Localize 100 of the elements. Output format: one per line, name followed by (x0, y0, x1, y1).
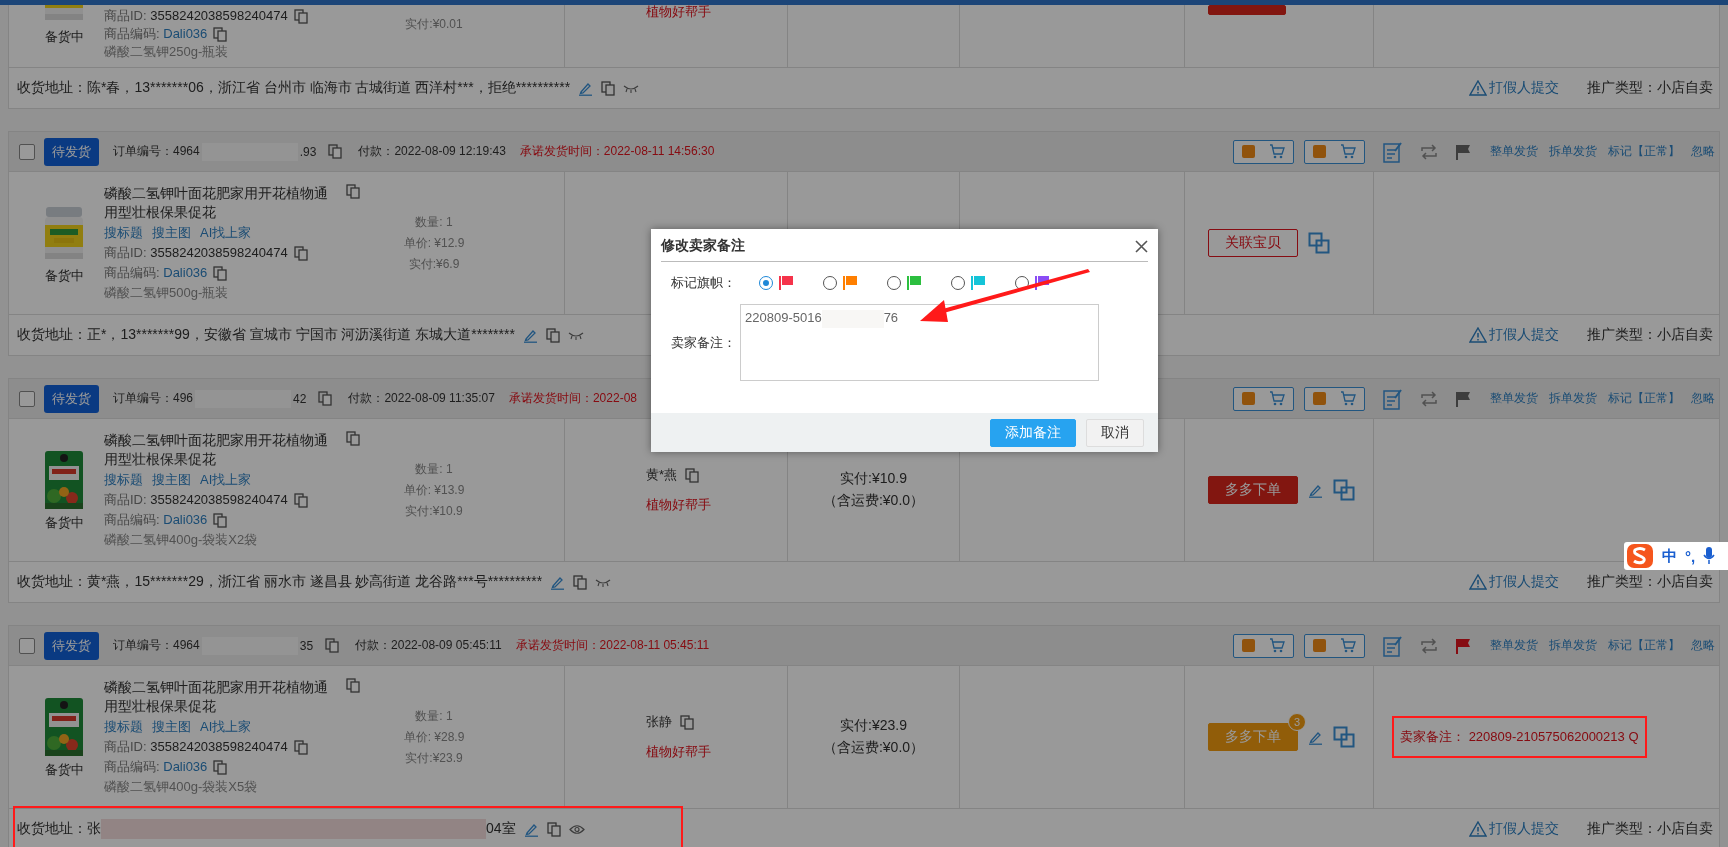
shop-cart-button[interactable] (1233, 633, 1294, 658)
action-link[interactable]: 标记【正常】 (1608, 637, 1680, 654)
shipping-address: 收货地址：正*，13*******99，安徽省 宣城市 宁国市 河沥溪街道 东城大道******** (17, 326, 515, 344)
flag-icon[interactable] (1455, 143, 1471, 160)
action-link[interactable]: 拆单发货 (1549, 637, 1597, 654)
ship-deadline: 承诺发货时间：2022-08-11 05:45:11 (515, 637, 710, 654)
search-link[interactable]: 搜标题 (104, 471, 143, 489)
search-link[interactable]: 搜主图 (152, 471, 191, 489)
search-link[interactable]: 搜标题 (104, 718, 143, 736)
duplicate-icon[interactable] (1333, 726, 1355, 748)
remark-text: 220809-5016 (745, 310, 822, 325)
copy-icon[interactable] (325, 638, 340, 653)
copy-icon[interactable] (328, 144, 343, 159)
dialog-button[interactable]: 添加备注 (990, 418, 1076, 447)
action-link[interactable]: 整单发货 (1490, 390, 1538, 407)
copy-icon[interactable] (346, 184, 360, 199)
search-link[interactable]: AI找上家 (200, 224, 252, 242)
dialog-button[interactable]: 取消 (1086, 418, 1144, 447)
search-link[interactable]: 搜主图 (152, 224, 191, 242)
report-link[interactable]: 打假人提交 (1469, 326, 1559, 344)
swap-icon[interactable] (1419, 637, 1439, 654)
flag-icon[interactable] (1455, 390, 1471, 407)
action-link[interactable]: 标记【正常】 (1608, 143, 1680, 160)
action-link[interactable]: 整单发货 (1490, 637, 1538, 654)
promotion-type: 推广类型：小店自卖 (1587, 79, 1713, 97)
copy-icon[interactable] (346, 431, 360, 446)
report-link[interactable]: 打假人提交 (1469, 573, 1559, 591)
copy-icon[interactable] (293, 245, 308, 261)
shop-cart-button[interactable] (1304, 139, 1365, 164)
copy-icon[interactable] (546, 821, 561, 837)
shop-cart-button[interactable] (1233, 386, 1294, 411)
search-link[interactable]: 搜主图 (152, 718, 191, 736)
copy-icon[interactable] (545, 327, 560, 343)
action-link[interactable]: 拆单发货 (1549, 390, 1597, 407)
shop-icon (1242, 392, 1255, 405)
shop-cart-button[interactable] (1304, 386, 1365, 411)
copy-icon[interactable] (213, 26, 228, 42)
action-link[interactable]: 整单发货 (1490, 143, 1538, 160)
checkbox[interactable] (19, 143, 35, 160)
cart-icon (1269, 144, 1285, 159)
action-link[interactable]: 拆单发货 (1549, 143, 1597, 160)
action-link[interactable]: 忽略 (1691, 390, 1715, 407)
copy-icon[interactable] (213, 512, 228, 528)
ime-punctuation[interactable]: °, (1685, 547, 1696, 565)
eye-closed-icon[interactable] (567, 330, 584, 340)
copy-icon[interactable] (680, 714, 694, 730)
stock-status: 备货中 (44, 28, 84, 46)
copy-icon[interactable] (601, 80, 616, 96)
copy-icon[interactable] (685, 467, 700, 483)
product-id: 商品ID: 3558242038598240474 (104, 244, 288, 262)
radio-button[interactable] (951, 276, 965, 290)
cart-icon (1269, 391, 1285, 406)
eye-closed-icon[interactable] (623, 83, 640, 93)
ime-logo-icon[interactable] (1626, 543, 1654, 569)
shop-cart-button[interactable] (1233, 139, 1294, 164)
copy-icon[interactable] (213, 265, 228, 281)
microphone-icon[interactable] (1703, 547, 1716, 565)
promotion-type: 推广类型：小店自卖 (1587, 820, 1713, 838)
action-link[interactable]: 标记【正常】 (1608, 390, 1680, 407)
radio-button[interactable] (887, 276, 901, 290)
report-link[interactable]: 打假人提交 (1469, 820, 1559, 838)
search-link[interactable]: 搜标题 (104, 224, 143, 242)
note-icon[interactable] (1383, 387, 1403, 410)
search-link[interactable]: AI找上家 (200, 471, 252, 489)
report-link[interactable]: 打假人提交 (1469, 79, 1559, 97)
order-button[interactable]: 多多下单 (1208, 476, 1298, 504)
flag-icon[interactable] (1455, 637, 1471, 654)
eye-icon[interactable] (568, 823, 585, 835)
swap-icon[interactable] (1419, 143, 1439, 160)
cart-icon (1269, 638, 1285, 653)
duplicate-icon[interactable] (1333, 479, 1355, 501)
copy-icon[interactable] (293, 492, 308, 508)
copy-icon[interactable] (213, 759, 228, 775)
remark-field[interactable]: 220809-5016 76 (740, 304, 1099, 381)
shop-cart-button[interactable] (1304, 633, 1365, 658)
note-icon[interactable] (1383, 140, 1403, 163)
copy-icon[interactable] (573, 574, 588, 590)
warning-icon (1469, 574, 1487, 590)
product-code: 商品编码: Dali036 (104, 758, 208, 776)
action-link[interactable]: 忽略 (1691, 143, 1715, 160)
copy-icon[interactable] (318, 391, 333, 406)
swap-icon[interactable] (1419, 390, 1439, 407)
ime-mode[interactable]: 中 (1662, 546, 1677, 566)
order-button[interactable]: 关联宝贝 (1208, 229, 1298, 257)
eye-closed-icon[interactable] (595, 577, 612, 587)
radio-button[interactable] (759, 276, 773, 290)
radio-button[interactable] (823, 276, 837, 290)
cart-icon (1340, 144, 1356, 159)
copy-icon[interactable] (346, 678, 360, 693)
cart-icon (1340, 391, 1356, 406)
copy-icon[interactable] (293, 739, 308, 755)
checkbox[interactable] (19, 637, 35, 654)
checkbox[interactable] (19, 390, 35, 407)
action-link[interactable]: 忽略 (1691, 637, 1715, 654)
close-icon[interactable] (1135, 239, 1148, 253)
order-number: 订单编号：4964 (113, 637, 200, 654)
copy-icon[interactable] (293, 8, 308, 24)
note-icon[interactable] (1383, 634, 1403, 657)
duplicate-icon[interactable] (1308, 232, 1330, 254)
search-link[interactable]: AI找上家 (200, 718, 252, 736)
